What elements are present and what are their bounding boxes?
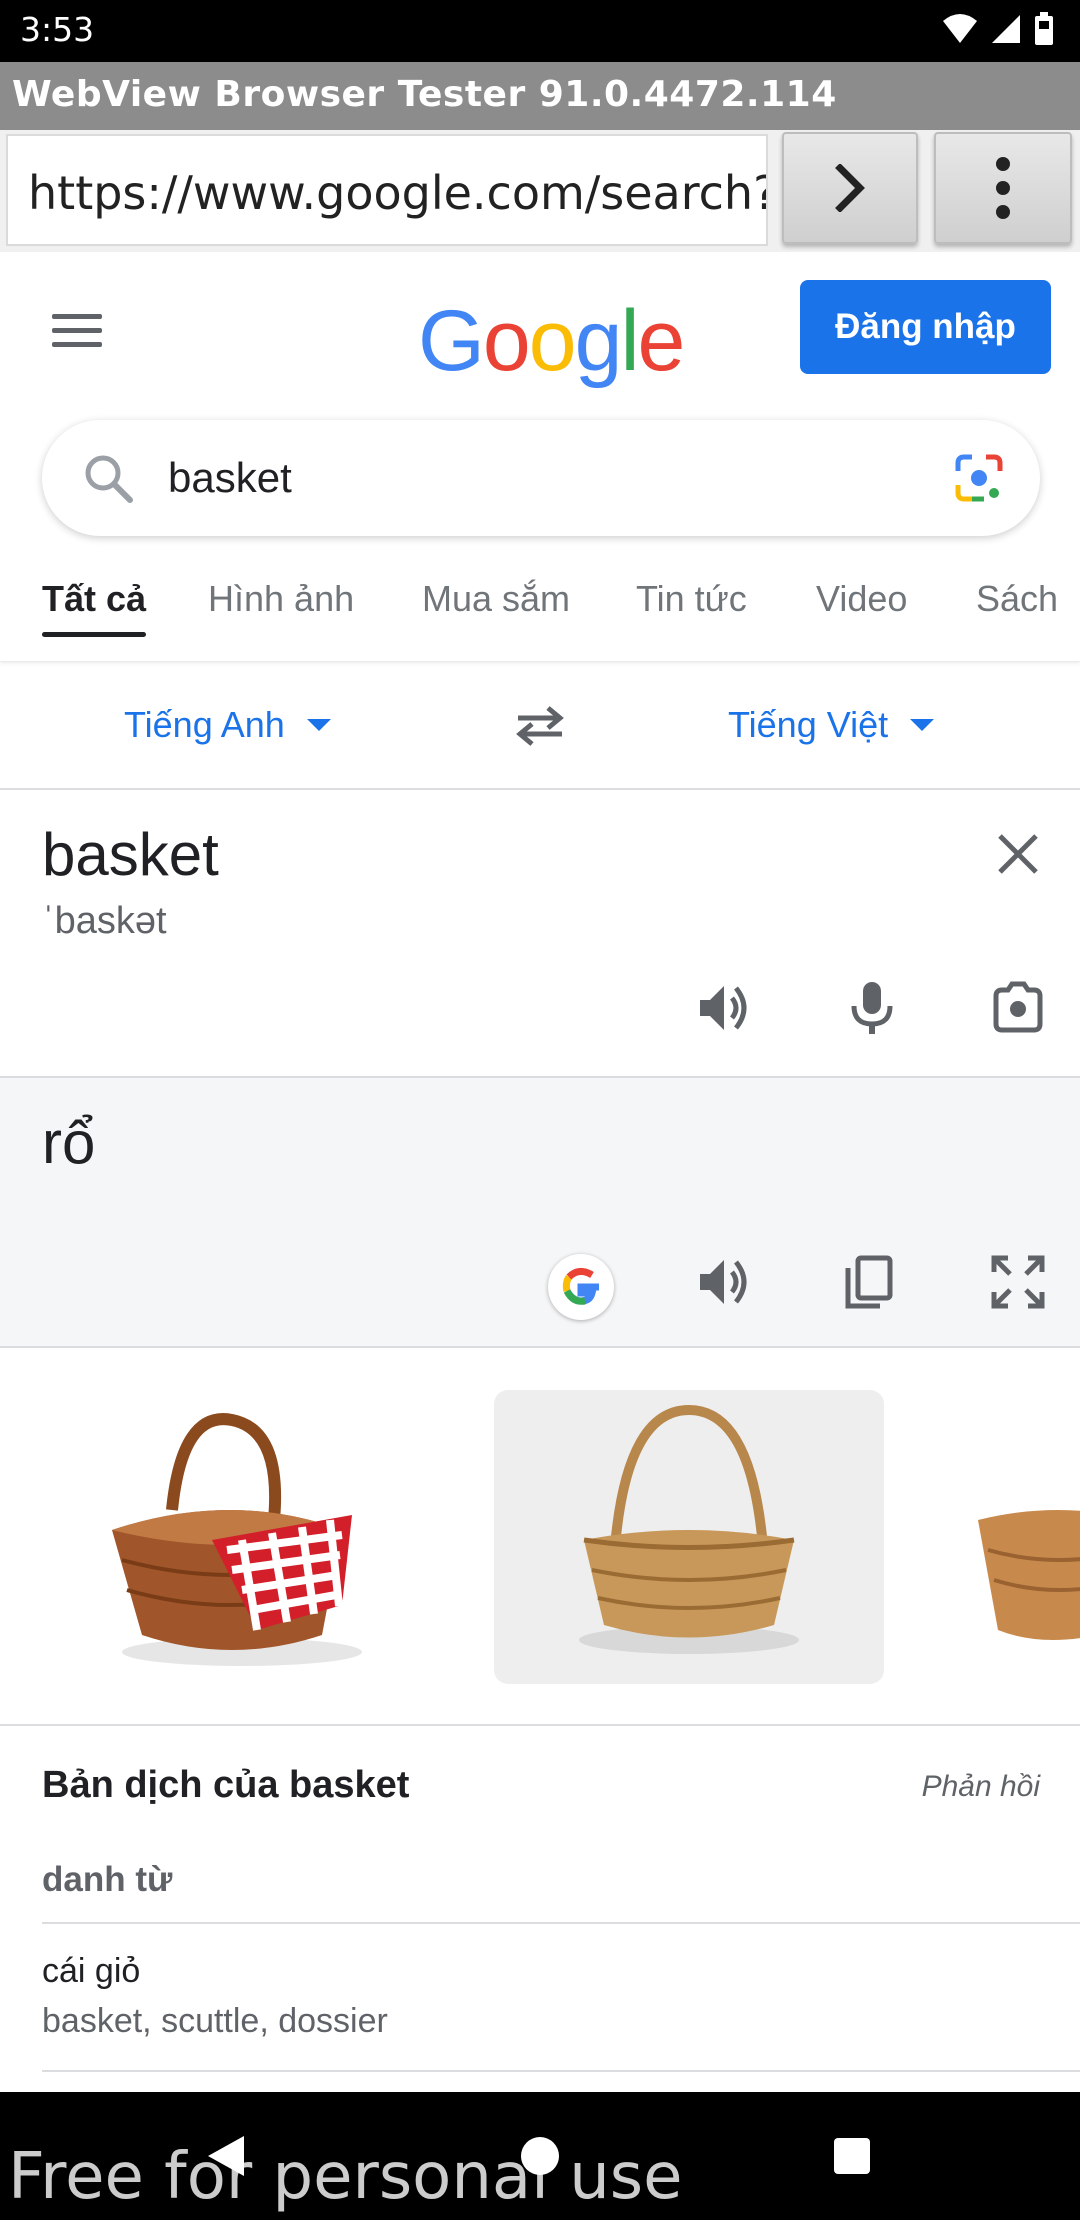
- active-tab-indicator: [42, 632, 146, 637]
- picnic-basket-image: [112, 1413, 362, 1666]
- tab-all[interactable]: Tất cả: [42, 578, 146, 620]
- status-icons: [942, 12, 1054, 46]
- url-input[interactable]: https://www.google.com/search?q: [6, 134, 768, 246]
- camera-icon[interactable]: [990, 980, 1046, 1036]
- clear-icon[interactable]: [996, 832, 1040, 876]
- search-tabs: Tất cả Hình ảnh Mua sắm Tin tức Video Sá…: [0, 560, 1080, 662]
- status-time: 3:53: [20, 10, 95, 49]
- chevron-down-icon: [306, 719, 331, 731]
- image-result[interactable]: [948, 1390, 1080, 1684]
- search-icon[interactable]: [82, 452, 134, 504]
- google-logo[interactable]: Google: [418, 292, 686, 391]
- dictionary-title: Bản dịch của basket: [42, 1764, 410, 1806]
- logo-letter: l: [620, 293, 639, 389]
- source-phonetic: ˈbaskət: [42, 900, 167, 942]
- image-result[interactable]: [42, 1390, 430, 1684]
- forward-arrow-icon: [835, 164, 865, 212]
- source-text[interactable]: basket: [42, 820, 219, 889]
- logo-letter: o: [528, 293, 577, 389]
- translation-synonyms: basket, scuttle, dossier: [42, 2002, 388, 2040]
- fullscreen-icon[interactable]: [990, 1254, 1046, 1310]
- hamburger-menu-icon[interactable]: [52, 314, 102, 354]
- search-bar[interactable]: basket: [42, 420, 1040, 536]
- sign-in-button[interactable]: Đăng nhập: [800, 280, 1051, 374]
- wifi-icon: [943, 14, 977, 43]
- google-g-icon: [562, 1268, 599, 1305]
- battery-icon: [1035, 12, 1053, 45]
- overflow-menu-button[interactable]: [934, 132, 1072, 244]
- tab-images[interactable]: Hình ảnh: [208, 578, 354, 620]
- target-language-label: Tiếng Việt: [728, 704, 889, 745]
- translated-text: rổ: [42, 1109, 96, 1176]
- language-selector-row: Tiếng Anh Tiếng Việt: [0, 662, 1080, 790]
- translation-panel: rổ: [0, 1078, 1080, 1348]
- logo-letter: e: [637, 293, 686, 389]
- swap-languages-icon[interactable]: [512, 704, 568, 748]
- signal-icon: [992, 15, 1020, 43]
- feedback-link[interactable]: Phản hồi: [922, 1770, 1040, 1804]
- status-bar: 3:53: [0, 0, 1080, 62]
- speaker-icon[interactable]: [696, 1254, 752, 1310]
- search-query[interactable]: basket: [168, 454, 292, 502]
- microphone-icon[interactable]: [848, 980, 896, 1036]
- google-lens-icon[interactable]: [954, 453, 1004, 503]
- image-result[interactable]: [494, 1390, 884, 1684]
- logo-letter: o: [482, 293, 531, 389]
- target-language-select[interactable]: Tiếng Việt: [728, 704, 936, 746]
- url-toolbar: https://www.google.com/search?q: [0, 130, 1080, 252]
- watermark-text: Free for personal use: [8, 2140, 683, 2214]
- tab-news[interactable]: Tin tức: [636, 578, 747, 620]
- basket-image: [978, 1510, 1080, 1640]
- app-title-bar: WebView Browser Tester 91.0.4472.114: [0, 62, 1080, 130]
- translation-word: cái giỏ: [42, 1952, 141, 1990]
- tab-videos[interactable]: Video: [816, 578, 907, 620]
- copy-icon[interactable]: [842, 1254, 896, 1310]
- divider: [42, 1922, 1080, 1924]
- source-text-panel: basket ˈbaskət: [0, 790, 1080, 1078]
- google-header: Google Đăng nhập: [0, 252, 1080, 412]
- part-of-speech: danh từ: [42, 1860, 173, 1899]
- overflow-menu-icon: [996, 157, 1010, 219]
- app-title: WebView Browser Tester 91.0.4472.114: [12, 74, 837, 115]
- google-g-button[interactable]: [548, 1254, 614, 1320]
- chevron-down-icon: [910, 719, 935, 731]
- image-results-row: [0, 1348, 1080, 1726]
- speaker-icon[interactable]: [696, 980, 752, 1036]
- tab-shopping[interactable]: Mua sắm: [422, 578, 570, 620]
- url-text: https://www.google.com/search?q: [28, 166, 768, 220]
- recents-nav-icon[interactable]: [830, 2132, 874, 2180]
- logo-letter: g: [574, 293, 623, 389]
- logo-letter: G: [418, 293, 485, 389]
- go-button[interactable]: [782, 132, 918, 244]
- source-language-select[interactable]: Tiếng Anh: [124, 704, 333, 746]
- dictionary-panel: Bản dịch của basket Phản hồi danh từ cái…: [0, 1726, 1080, 2092]
- tab-books[interactable]: Sách: [976, 578, 1058, 620]
- wicker-basket-image: [579, 1404, 799, 1654]
- divider: [42, 2070, 1080, 2072]
- source-language-label: Tiếng Anh: [124, 704, 285, 745]
